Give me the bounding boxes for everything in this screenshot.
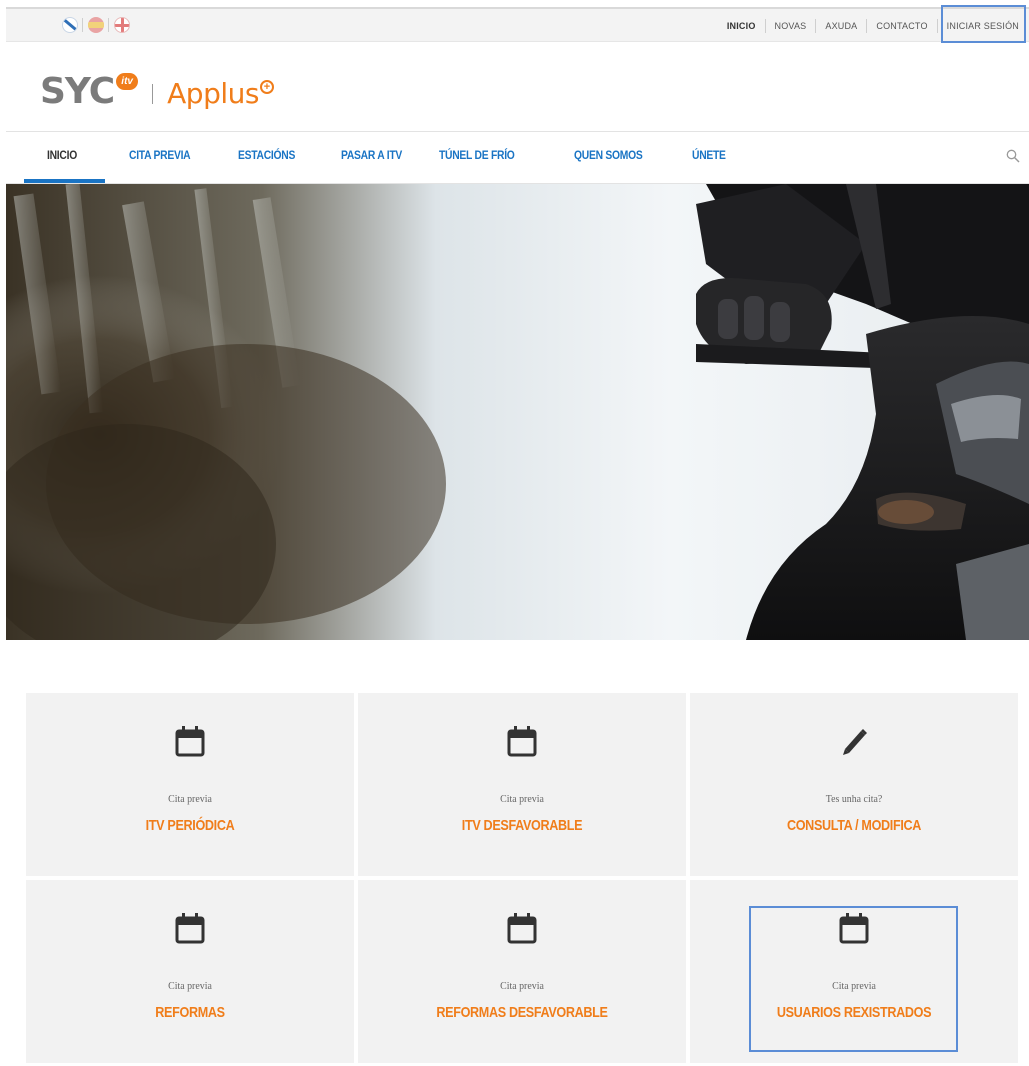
divider	[82, 18, 83, 32]
tile-subtitle: Cita previa	[168, 793, 212, 805]
util-link-novas[interactable]: NOVAS	[766, 18, 817, 33]
nav-item-unete[interactable]: ÚNETE	[692, 148, 726, 162]
tile-title[interactable]: CONSULTA / MODIFICA	[716, 817, 992, 834]
calendar-icon	[175, 726, 205, 757]
tile-subtitle: Cita previa	[500, 793, 544, 805]
nav-item-pasar-a-itv[interactable]: PASAR A ITV	[341, 148, 402, 162]
nav-item-estacions[interactable]: ESTACIÓNS	[238, 148, 295, 162]
logo-applus: Applus	[167, 77, 259, 110]
nav-item-inicio[interactable]: INICIO	[47, 148, 77, 162]
calendar-icon	[507, 913, 537, 944]
language-galician-icon[interactable]	[62, 17, 78, 33]
logo-syc: SYC	[40, 71, 115, 112]
tile-title[interactable]: ITV PERIÓDICA	[52, 817, 328, 834]
pencil-icon	[843, 729, 867, 755]
hero-banner	[6, 184, 1029, 640]
logo-plus-icon: +	[259, 80, 274, 94]
highlight-box	[941, 5, 1026, 43]
calendar-icon	[175, 913, 205, 944]
language-english-icon[interactable]	[114, 17, 130, 33]
tile-reformas-desfavorable[interactable]: Cita previa REFORMAS DESFAVORABLE	[358, 880, 686, 1063]
tile-consulta-modifica[interactable]: Tes unha cita? CONSULTA / MODIFICA	[690, 693, 1018, 876]
divider	[108, 18, 109, 32]
language-spanish-icon[interactable]	[88, 17, 104, 33]
util-link-inicio[interactable]: INICIO	[718, 18, 766, 33]
highlight-box	[749, 906, 958, 1052]
tile-subtitle: Tes unha cita?	[825, 793, 883, 805]
tile-itv-periodica[interactable]: Cita previa ITV PERIÓDICA	[26, 693, 354, 876]
tile-subtitle: Cita previa	[500, 980, 544, 992]
util-link-contacto[interactable]: CONTACTO	[867, 18, 938, 33]
tile-reformas[interactable]: Cita previa REFORMAS	[26, 880, 354, 1063]
nav-item-quen-somos[interactable]: QUEN SOMOS	[574, 148, 643, 162]
nav-item-tunel-de-frio[interactable]: TÚNEL DE FRÍO	[439, 148, 515, 162]
motorcycle-rider-image	[6, 184, 1029, 640]
site-logo[interactable]: SYC itv Applus +	[40, 70, 274, 110]
logo-divider	[152, 84, 154, 104]
tile-itv-desfavorable[interactable]: Cita previa ITV DESFAVORABLE	[358, 693, 686, 876]
main-nav: INICIO CITA PREVIA ESTACIÓNS PASAR A ITV…	[6, 131, 1029, 184]
nav-item-cita-previa[interactable]: CITA PREVIA	[129, 148, 191, 162]
nav-active-indicator	[24, 179, 105, 183]
logo-itv-badge: itv	[116, 73, 139, 90]
util-link-axuda[interactable]: AXUDA	[816, 18, 868, 33]
tile-title[interactable]: REFORMAS	[52, 1004, 328, 1021]
tile-title[interactable]: ITV DESFAVORABLE	[384, 817, 660, 834]
calendar-icon	[507, 726, 537, 757]
tile-title[interactable]: REFORMAS DESFAVORABLE	[384, 1004, 660, 1021]
tile-subtitle: Cita previa	[168, 980, 212, 992]
search-icon[interactable]	[1006, 149, 1020, 163]
top-bar: INICIO NOVAS AXUDA CONTACTO INICIAR SESI…	[6, 7, 1029, 42]
